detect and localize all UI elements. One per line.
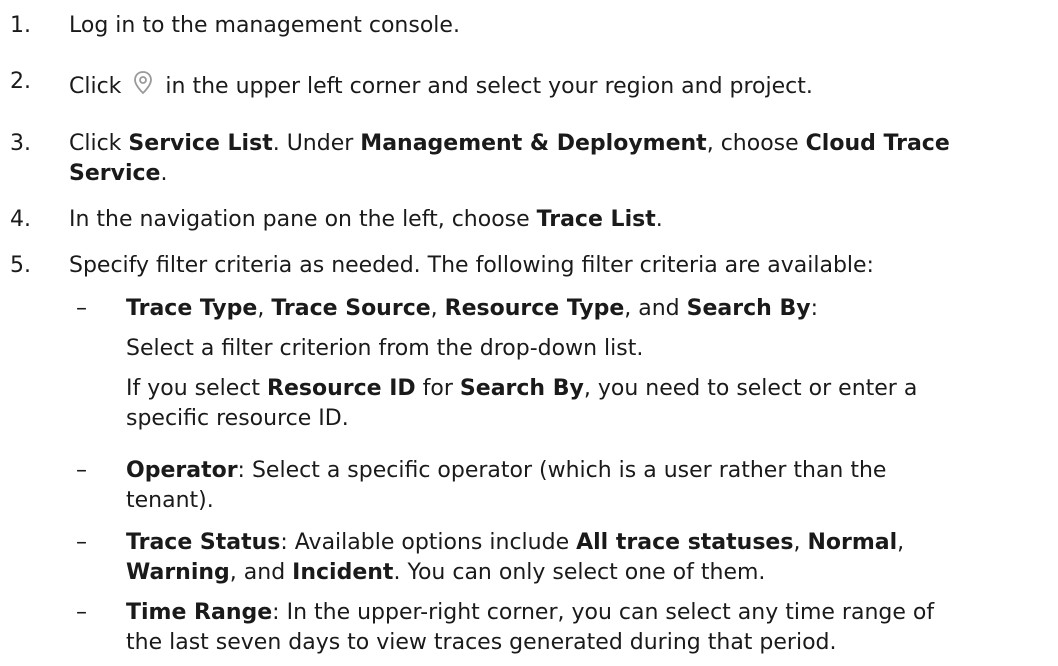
step-number: 5.: [10, 253, 31, 278]
step-number: 4.: [10, 207, 31, 232]
ui-term: Trace List: [536, 207, 656, 232]
ui-term: Time Range: [126, 600, 273, 625]
ui-term: Trace Source: [271, 296, 431, 321]
ui-term: Cloud Trace: [805, 131, 950, 156]
ui-term: All trace statuses: [576, 530, 794, 555]
step-number: 3.: [10, 131, 31, 156]
step-text: Click Service List. Under Management & D…: [69, 131, 950, 186]
ui-term: Search By: [686, 296, 811, 321]
step-text: Specify filter criteria as needed. The f…: [69, 253, 874, 278]
ui-term: Incident: [292, 560, 394, 585]
location-pin-icon: [127, 67, 159, 99]
ui-term: Search By: [459, 376, 584, 401]
criterion-text: Trace Type, Trace Source, Resource Type,…: [126, 296, 918, 431]
step-number: 1.: [10, 13, 31, 38]
ui-term: Service: [69, 161, 161, 186]
step-text: Click in the upper left corner and select…: [69, 67, 1054, 102]
criterion-text: Operator: Select a specific operator (wh…: [126, 458, 887, 513]
ui-term: Warning: [126, 560, 230, 585]
criterion-text: Time Range: In the upper-right corner, y…: [126, 600, 935, 655]
list-dash: –: [76, 600, 87, 625]
ui-term: Resource Type: [444, 296, 625, 321]
ui-term: Normal: [807, 530, 898, 555]
ui-term: Trace Type: [126, 296, 258, 321]
ui-term: Management & Deployment: [360, 131, 707, 156]
ui-term: Resource ID: [267, 376, 416, 401]
step-text: In the navigation pane on the left, choo…: [69, 207, 663, 232]
list-dash: –: [76, 530, 87, 555]
ui-term: Service List: [128, 131, 273, 156]
step-text: Log in to the management console.: [69, 13, 460, 38]
ui-term: Operator: [126, 458, 238, 483]
ui-term: Trace Status: [126, 530, 281, 555]
list-dash: –: [76, 296, 87, 321]
step-number: 2.: [10, 69, 31, 94]
criterion-text: Trace Status: Available options include …: [126, 530, 905, 585]
list-dash: –: [76, 458, 87, 483]
